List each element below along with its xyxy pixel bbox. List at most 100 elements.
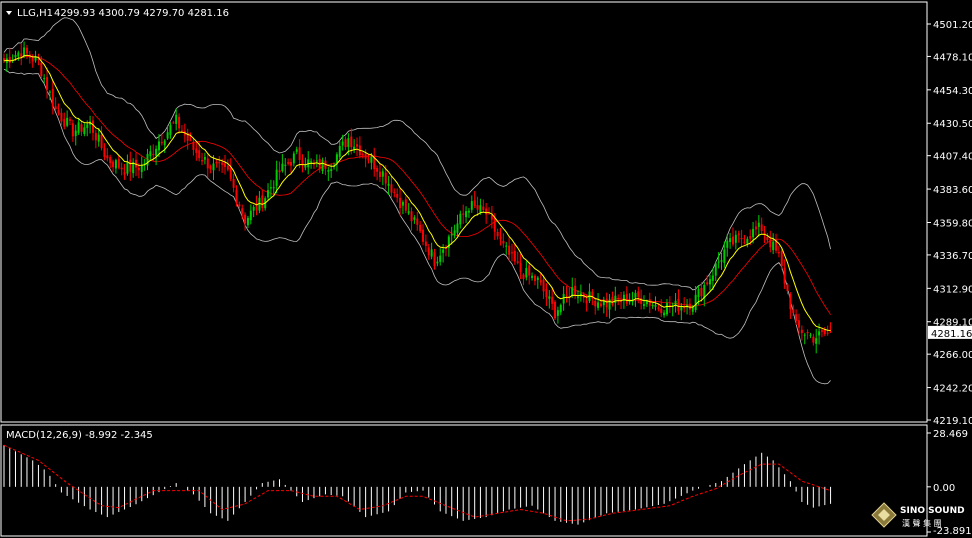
candle-body (287, 162, 290, 164)
current-price-label: 4281.16 (931, 329, 972, 340)
candle-body (54, 106, 57, 110)
candle-body (562, 293, 565, 304)
candle-body (823, 330, 826, 335)
candle-body (335, 154, 338, 164)
candle-body (255, 205, 258, 211)
candle-body (152, 154, 155, 156)
candle-body (298, 147, 301, 161)
candle-body (46, 77, 49, 90)
candle-body (221, 162, 224, 165)
candle-body (809, 334, 812, 336)
candle-body (485, 208, 488, 215)
candle-body (812, 336, 815, 343)
candle-body (625, 293, 628, 304)
candle-body (126, 162, 129, 174)
candle-body (338, 145, 341, 157)
candle-body (510, 252, 513, 254)
candle-body (453, 230, 456, 236)
candle-body (347, 138, 350, 148)
candle-body (157, 141, 160, 151)
candle-body (752, 228, 755, 238)
candle-body (674, 300, 677, 306)
candle-body (473, 200, 476, 206)
candle-body (232, 179, 235, 188)
candle-body (459, 213, 462, 225)
price-tick-label: 4501.20 (933, 20, 972, 31)
candle-body (766, 236, 769, 241)
candle-body (169, 125, 172, 135)
logo-subtitle: 漢 聲 集 團 (902, 518, 942, 528)
candle-body (284, 164, 287, 166)
candle-body (430, 249, 433, 257)
candle-body (531, 275, 534, 278)
candle-body (66, 117, 69, 126)
candle-body (51, 88, 54, 107)
candle-body (215, 162, 218, 164)
candle-body (470, 201, 473, 210)
candle-body (281, 163, 284, 172)
candle-body (129, 159, 132, 172)
candle-body (94, 133, 97, 141)
candle-body (499, 236, 502, 240)
candle-body (290, 162, 292, 166)
candle-body (792, 309, 795, 313)
price-tick-label: 4219.10 (933, 416, 972, 427)
candle-body (295, 149, 298, 152)
candle-body (387, 183, 390, 186)
candle-body (714, 263, 717, 276)
candle-body (439, 255, 442, 262)
candle-body (226, 165, 229, 170)
candle-body (476, 205, 479, 210)
candle-body (820, 330, 823, 332)
candle-body (694, 294, 697, 310)
candle-body (206, 158, 209, 169)
candle-body (361, 153, 364, 155)
candle-body (691, 307, 694, 312)
candle-body (754, 226, 757, 230)
candle-body (103, 148, 106, 157)
candle-body (548, 296, 551, 299)
candle-body (178, 116, 181, 129)
candle-body (344, 139, 347, 148)
candle-body (519, 262, 522, 273)
candle-body (97, 134, 100, 142)
candle-body (614, 295, 617, 303)
candle-body (734, 234, 737, 243)
candle-body (628, 301, 631, 303)
candle-body (235, 189, 238, 203)
candle-body (637, 291, 640, 298)
candle-body (726, 240, 729, 248)
candle-body (502, 241, 505, 244)
candle-body (201, 159, 204, 162)
candle-body (192, 141, 195, 150)
candle-body (777, 252, 780, 254)
candle-body (585, 300, 588, 304)
candle-body (229, 167, 232, 179)
candle-body (709, 279, 712, 285)
candle-body (180, 130, 183, 132)
candle-body (238, 204, 241, 207)
candle-body (749, 236, 752, 239)
candle-body (539, 280, 542, 283)
candle-body (720, 260, 723, 262)
candle-body (737, 233, 740, 236)
candle-body (381, 171, 384, 177)
candle-body (189, 139, 192, 141)
candle-body (545, 289, 548, 298)
candle-body (815, 338, 818, 344)
candle-body (209, 165, 212, 170)
candle-body (780, 250, 783, 267)
candle-body (645, 301, 648, 305)
candle-body (611, 296, 614, 305)
candle-body (399, 197, 402, 209)
candle-body (410, 211, 413, 222)
candle-body (493, 217, 496, 232)
candle-body (341, 141, 344, 146)
candle-body (660, 308, 663, 314)
candle-body (803, 334, 806, 336)
candle-body (252, 206, 255, 211)
candle-body (465, 211, 468, 218)
macd-label: MACD(12,26,9) -8.992 -2.345 (6, 430, 153, 441)
candle-body (723, 249, 726, 263)
candle-body (330, 169, 333, 172)
